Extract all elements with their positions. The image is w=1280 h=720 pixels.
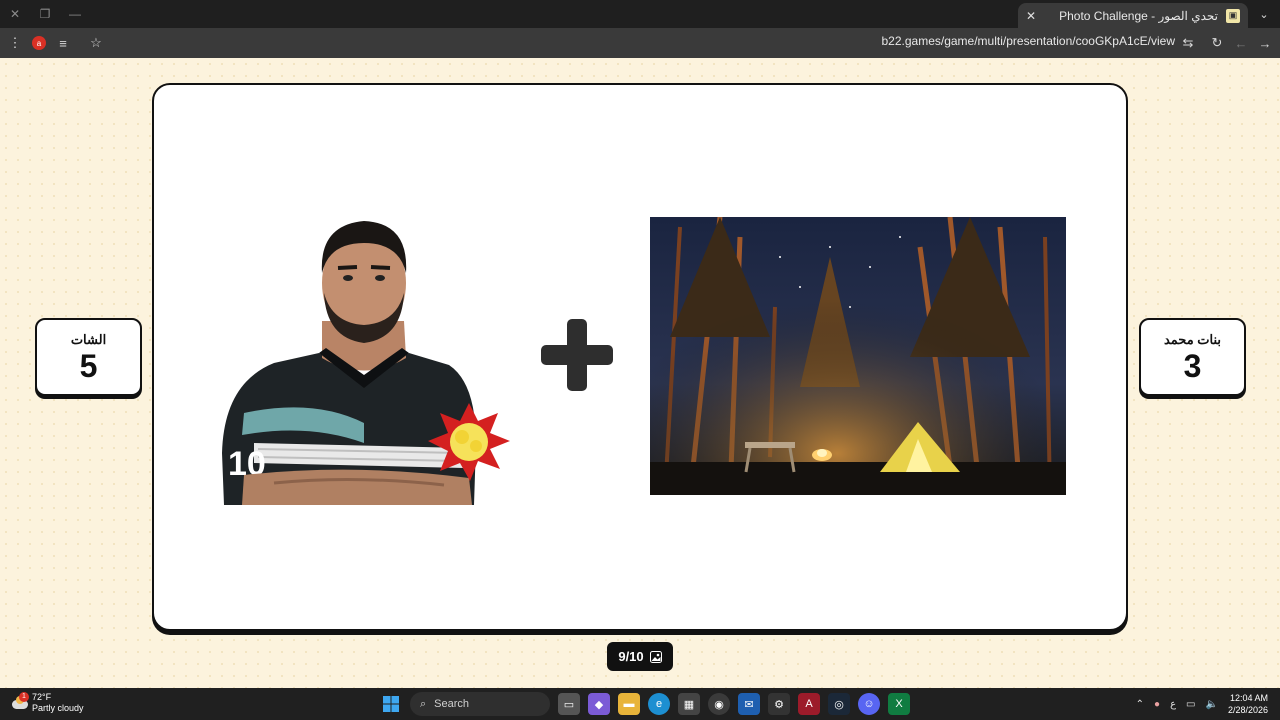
round-counter: 9/10 [607,642,673,671]
camping-photo [650,217,1066,495]
search-label: Search [434,698,470,710]
right-team-name: بنات محمد [1163,332,1222,347]
weather-desc: Partly cloudy [32,703,84,713]
profile-avatar[interactable]: a [29,33,49,53]
task-view-icon[interactable]: ▭ [558,693,580,715]
volume-icon[interactable]: 🔈 [1206,699,1218,710]
browser-tab-bar: ✕ ❐ — + ▣ تحدي الصور - Photo Challenge ✕… [0,0,1280,28]
reload-icon[interactable]: ↻ [1207,33,1227,53]
bookmark-star-icon[interactable]: ☆ [86,33,106,53]
show-hidden-icons-chevron-icon[interactable]: ⌃ [1136,699,1144,710]
input-language[interactable]: ع [1170,699,1176,710]
plus-icon [541,319,613,391]
system-clock[interactable]: 12:04 AM 2/28/2026 [1228,692,1268,716]
puzzle-card: 10 [152,83,1128,631]
person-photo: 10 [222,221,510,505]
copilot-icon[interactable]: ◆ [588,693,610,715]
steam-icon[interactable]: ◎ [828,693,850,715]
settings-gear-icon[interactable]: ⚙ [768,693,790,715]
search-icon: ⌕ [420,697,427,710]
right-team-score: 3 [1183,348,1202,384]
excel-icon[interactable]: X [888,693,910,715]
game-page: الشات 5 بنات محمد 3 10 9/10 [0,58,1280,688]
forward-arrow-icon[interactable]: → [1255,33,1275,53]
windows-taskbar: 1 72°F Partly cloudy ⌕ Search ▭ ◆ ▬ e ▦ … [0,688,1280,720]
left-team-score: 5 [79,348,98,384]
close-window-button[interactable]: ✕ [0,0,30,28]
microphone-icon[interactable]: ● [1154,699,1160,710]
clock-date: 2/28/2026 [1227,705,1268,715]
file-explorer-icon[interactable]: ▬ [618,693,640,715]
minimize-window-button[interactable]: — [60,0,90,28]
round-counter-text: 9/10 [618,649,644,664]
edge-browser-icon[interactable]: e [648,693,670,715]
network-icon[interactable]: ▭ [1186,699,1195,710]
browser-tab-active[interactable]: ▣ تحدي الصور - Photo Challenge ✕ [1018,3,1248,28]
close-tab-icon[interactable]: ✕ [1026,9,1036,23]
weather-cloud-icon: 1 [10,692,29,712]
chrome-browser-icon[interactable]: ◉ [708,693,730,715]
left-team-name: الشات [70,332,107,347]
address-bar-url[interactable]: b22.games/game/multi/presentation/cooGKp… [882,34,1176,48]
tab-title: تحدي الصور - Photo Challenge [1059,8,1218,23]
profile-initial: a [32,36,46,50]
clock-time: 12:04 AM [1229,693,1268,703]
left-team-score-box: الشات 5 [35,318,142,396]
taskbar-search[interactable]: ⌕ Search [410,692,550,716]
mail-icon[interactable]: ✉ [738,693,760,715]
weather-widget[interactable]: 1 72°F Partly cloudy [10,692,84,714]
start-windows-icon[interactable] [380,693,402,715]
restore-window-button[interactable]: ❐ [30,0,60,28]
microsoft-store-icon[interactable]: ▦ [678,693,700,715]
site-favicon-icon: ▣ [1226,8,1240,23]
tab-search-chevron-icon[interactable]: ⌄ [1254,4,1274,24]
menu-kebab-icon[interactable]: ⋮ [5,33,25,53]
app-a-icon[interactable]: A [798,693,820,715]
weather-temp: 72°F [32,692,52,702]
browser-toolbar: ⋮ a ≡ ☆ b22.games/game/multi/presentatio… [0,28,1280,58]
image-icon [649,650,662,663]
weather-notification-badge: 1 [19,692,29,702]
discord-icon[interactable]: ☺ [858,693,880,715]
reading-list-icon[interactable]: ≡ [53,33,73,53]
back-arrow-icon[interactable]: ← [1231,33,1251,53]
right-team-score-box: بنات محمد 3 [1139,318,1246,396]
site-settings-icon[interactable]: ⇆ [1178,33,1198,53]
